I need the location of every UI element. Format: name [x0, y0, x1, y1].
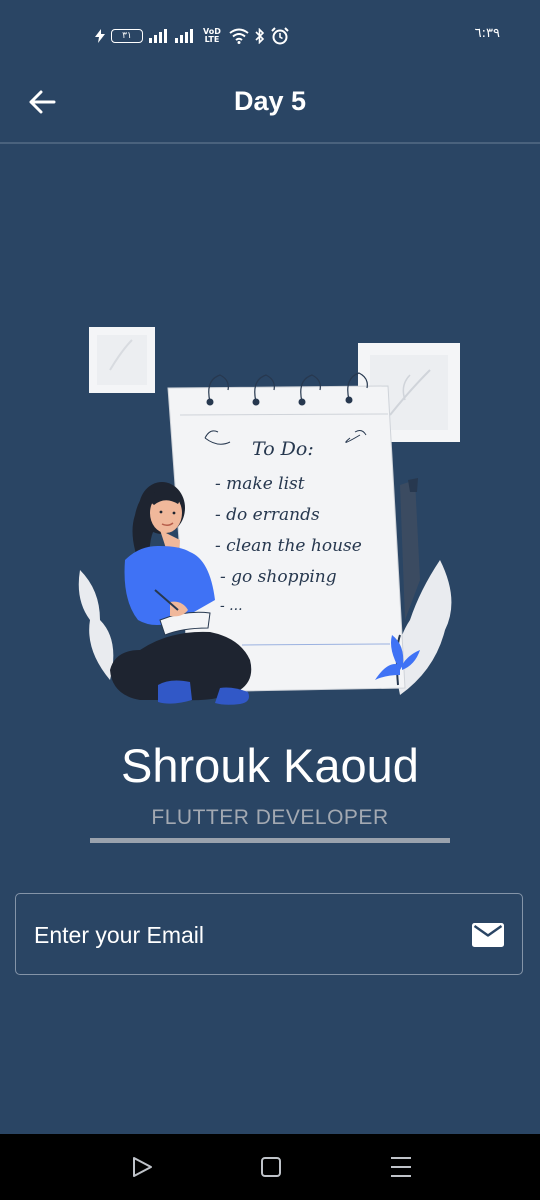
wifi-icon	[229, 28, 249, 44]
email-placeholder: Enter your Email	[34, 922, 205, 948]
page-title: Day 5	[233, 86, 307, 116]
frame-left	[89, 327, 155, 393]
bluetooth-icon	[255, 28, 265, 44]
email-field[interactable]: Enter your Email	[15, 893, 523, 975]
leaf-left	[78, 570, 114, 680]
mail-icon	[472, 923, 504, 947]
todo-item-5: - ...	[220, 598, 243, 614]
todo-title: To Do:	[252, 438, 314, 460]
todo-item-2: - do errands	[215, 505, 320, 525]
app-bar: Day 5	[0, 70, 540, 144]
divider	[90, 838, 450, 843]
todo-item-1: - make list	[215, 474, 305, 494]
alarm-icon	[271, 27, 289, 45]
status-icons: ٣١ VoD LTE	[95, 26, 289, 46]
signal-icon	[149, 29, 167, 43]
todo-item-3: - clean the house	[215, 536, 362, 556]
todo-illustration: To Do: - make list - do errands - clean …	[78, 327, 460, 705]
play-back-icon[interactable]	[129, 1154, 155, 1180]
pencil	[400, 478, 420, 620]
square-home-icon[interactable]	[258, 1154, 284, 1180]
volte-badge: VoD LTE	[203, 27, 221, 44]
battery-icon: ٣١	[111, 29, 143, 43]
todo-item-4: - go shopping	[220, 567, 337, 587]
signal-icon-2	[175, 29, 193, 43]
charging-icon	[95, 29, 105, 43]
profile-name: Shrouk Kaoud	[121, 739, 419, 792]
status-time: ٦:٣٩	[474, 26, 500, 41]
menu-lines-icon[interactable]	[388, 1154, 414, 1180]
profile-role: FLUTTER DEVELOPER	[151, 806, 389, 829]
system-nav-bar	[0, 1134, 540, 1200]
status-bar: ٣١ VoD LTE ٦:٣٩	[0, 0, 540, 70]
